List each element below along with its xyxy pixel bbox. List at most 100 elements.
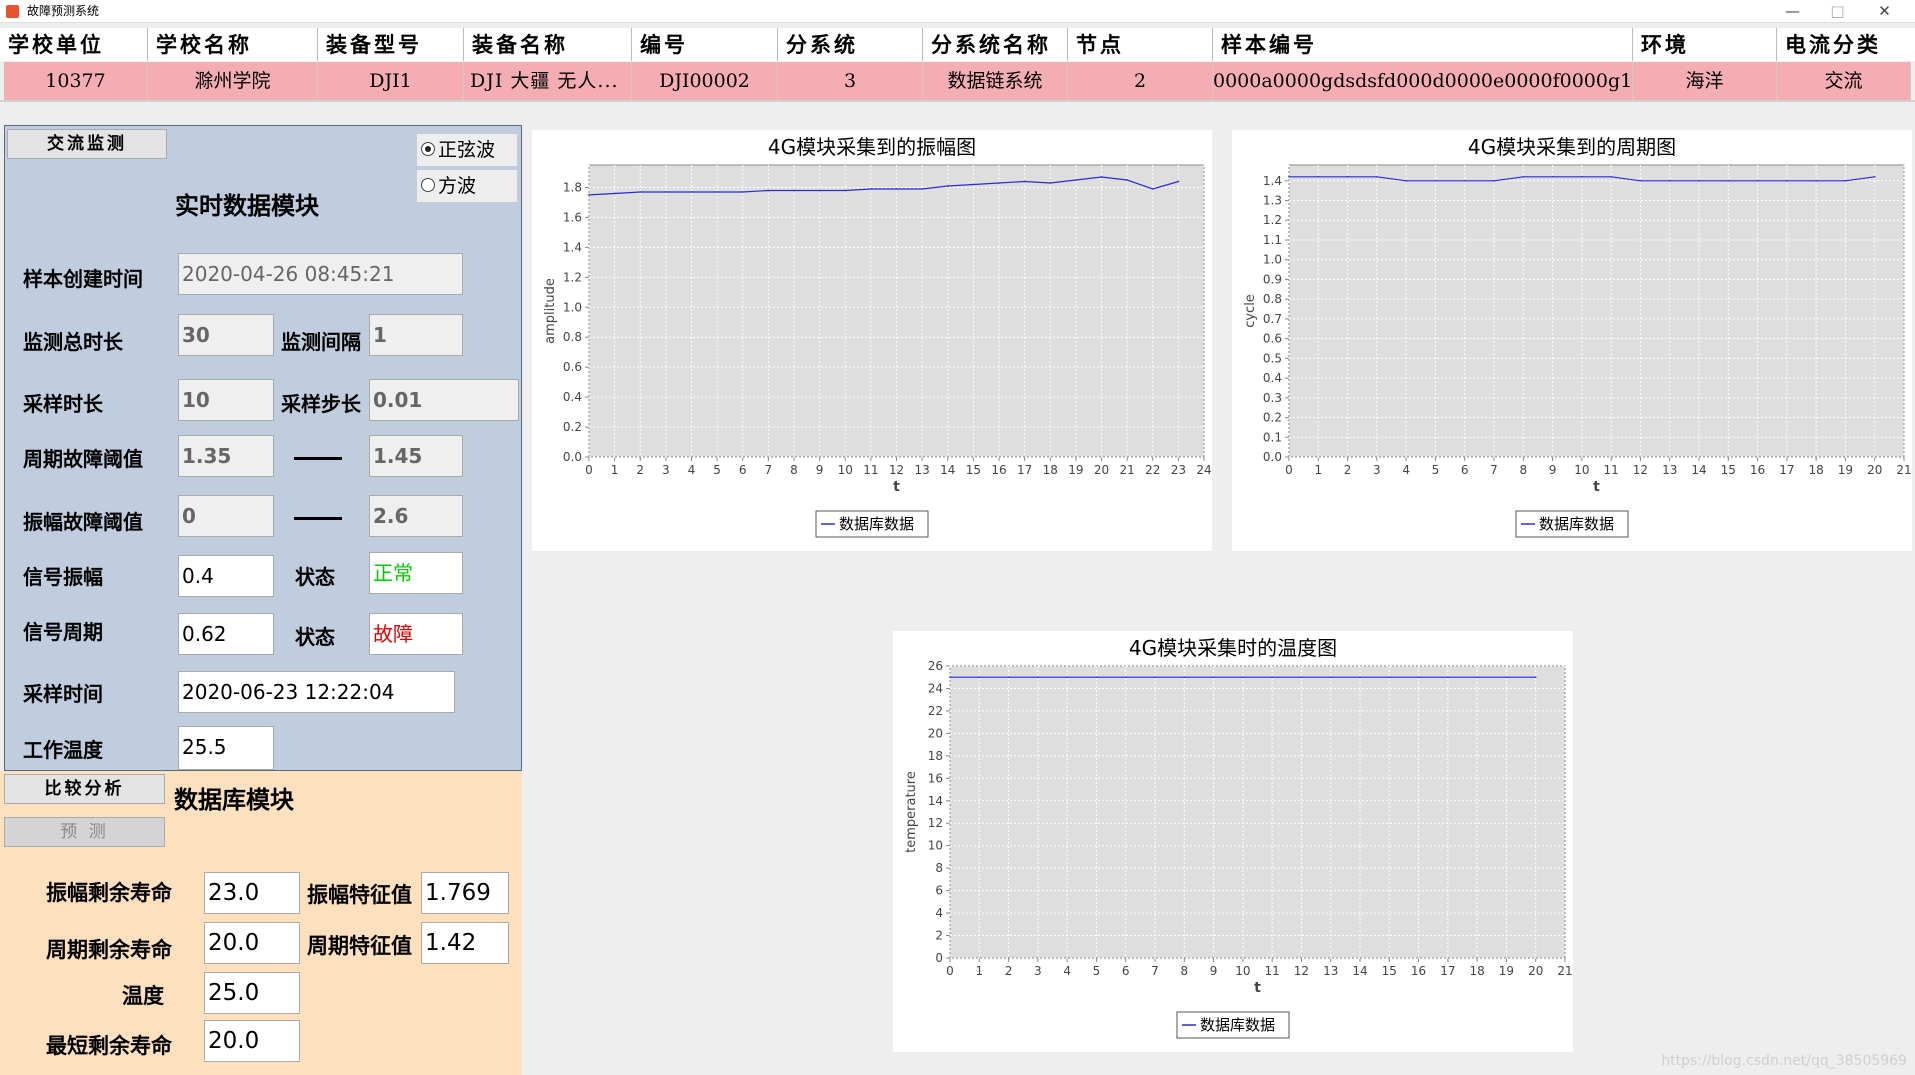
header-current-type[interactable]: 电流分类 (1777, 28, 1915, 61)
square-radio[interactable]: 方波 (417, 170, 517, 202)
cycle-min-field[interactable]: 1.35 (178, 435, 274, 477)
header-subsystem-name[interactable]: 分系统名称 (923, 28, 1068, 61)
sine-radio-label: 正弦波 (438, 139, 496, 161)
create-time-field[interactable]: 2020-04-26 08:45:21 (178, 253, 463, 295)
x-tick-label: 18 (1043, 463, 1058, 477)
header-node[interactable]: 节点 (1068, 28, 1213, 61)
x-tick-label: 4 (688, 463, 696, 477)
x-tick-label: 0 (585, 463, 593, 477)
cell-node[interactable]: 2 (1068, 62, 1213, 100)
amp-max-field[interactable]: 2.6 (369, 495, 463, 537)
x-axis-label: t (1254, 980, 1261, 996)
cell-equip-model[interactable]: DJI1 (318, 62, 464, 100)
x-tick-label: 2 (1344, 463, 1352, 477)
header-number[interactable]: 编号 (632, 28, 778, 61)
data-point (793, 189, 795, 192)
x-tick-label: 11 (1265, 964, 1280, 978)
predict-button[interactable]: 预 测 (4, 817, 165, 847)
temp-field[interactable]: 25.0 (204, 972, 300, 1014)
x-tick-label: 24 (1196, 463, 1211, 477)
cycle-max-field[interactable]: 1.45 (369, 435, 463, 477)
x-tick-label: 21 (1557, 964, 1572, 978)
temp-label: 温度 (122, 984, 164, 1008)
data-point (1447, 676, 1449, 679)
cell-subsystem[interactable]: 3 (778, 62, 923, 100)
y-tick-label: 0.9 (1263, 272, 1282, 286)
data-point (1271, 676, 1273, 679)
maximize-button[interactable]: □ (1815, 0, 1860, 23)
y-tick-label: 10 (928, 839, 943, 853)
data-point (639, 191, 642, 193)
work-temp-field[interactable]: 25.5 (178, 726, 274, 770)
amp-min-field[interactable]: 0 (178, 495, 274, 537)
amp-state-field[interactable]: 正常 (369, 552, 463, 594)
y-tick-label: 26 (928, 659, 943, 673)
cell-current-type[interactable]: 交流 (1777, 62, 1911, 100)
close-button[interactable]: ✕ (1862, 0, 1907, 23)
app-icon (6, 5, 19, 18)
header-equip-model[interactable]: 装备型号 (318, 28, 464, 61)
x-tick-label: 4 (1402, 463, 1410, 477)
signal-amp-field[interactable]: 0.4 (178, 555, 274, 597)
amp-feature-field[interactable]: 1.769 (421, 872, 509, 914)
amp-life-label: 振幅剩余寿命 (46, 881, 172, 905)
cycle-state-field[interactable]: 故障 (369, 613, 463, 655)
data-point (1727, 179, 1730, 182)
cell-number[interactable]: DJI00002 (632, 62, 778, 100)
data-point (1668, 179, 1671, 182)
signal-cycle-field[interactable]: 0.62 (178, 613, 274, 655)
interval-field[interactable]: 1 (369, 314, 463, 356)
plot-area (1288, 164, 1905, 458)
compare-analysis-button[interactable]: 比较分析 (4, 774, 165, 804)
y-tick-label: 4 (935, 906, 943, 920)
header-equip-name[interactable]: 装备名称 (464, 28, 632, 61)
total-duration-label: 监测总时长 (23, 330, 123, 354)
cell-school-name[interactable]: 滁州学院 (148, 62, 318, 100)
amp-life-field[interactable]: 23.0 (204, 872, 300, 914)
data-point (1815, 179, 1817, 182)
data-point (1756, 179, 1759, 182)
cell-environment[interactable]: 海洋 (1633, 62, 1777, 100)
data-point (613, 192, 616, 195)
cycle-feature-field[interactable]: 1.42 (421, 922, 509, 964)
x-tick-label: 1 (975, 964, 983, 978)
sample-step-label: 采样步长 (281, 392, 361, 416)
cell-equip-name[interactable]: DJI 大疆 无人... (464, 62, 632, 100)
y-tick-label: 0.4 (563, 390, 582, 404)
header-school-unit[interactable]: 学校单位 (0, 28, 148, 61)
data-point (895, 188, 898, 190)
radio-checked-icon (421, 142, 435, 156)
data-point (741, 191, 744, 193)
header-environment[interactable]: 环境 (1633, 28, 1777, 61)
x-tick-label: 0 (1285, 463, 1293, 477)
x-tick-label: 13 (1323, 964, 1338, 978)
data-point (1075, 179, 1077, 181)
x-tick-label: 20 (1094, 463, 1109, 477)
cell-sample-id[interactable]: 0000a0000gdsdsfd000d0000e0000f0000g11 (1213, 62, 1633, 100)
sine-radio[interactable]: 正弦波 (417, 134, 517, 166)
data-point (946, 185, 949, 187)
data-point (588, 194, 590, 196)
header-subsystem[interactable]: 分系统 (778, 28, 923, 61)
header-school-name[interactable]: 学校名称 (148, 28, 318, 61)
minimize-button[interactable]: — (1770, 0, 1815, 23)
y-tick-label: 0.0 (1263, 450, 1282, 464)
total-duration-field[interactable]: 30 (178, 314, 274, 356)
legend-label: 数据库数据 (839, 515, 914, 533)
data-point (1463, 179, 1466, 182)
ac-monitor-button[interactable]: 交流监测 (7, 129, 167, 159)
cell-school-unit[interactable]: 10377 (4, 62, 148, 100)
data-point (1346, 176, 1349, 178)
data-point (870, 188, 872, 190)
sample-duration-field[interactable]: 10 (178, 379, 274, 421)
cycle-life-field[interactable]: 20.0 (204, 922, 300, 964)
cell-subsystem-name[interactable]: 数据链系统 (923, 62, 1068, 100)
min-life-field[interactable]: 20.0 (204, 1020, 300, 1062)
sample-time-field[interactable]: 2020-06-23 12:22:04 (178, 671, 455, 713)
data-point (1049, 182, 1052, 184)
sample-step-field[interactable]: 0.01 (369, 379, 519, 421)
header-sample-id[interactable]: 样本编号 (1213, 28, 1633, 61)
y-tick-label: 0 (935, 951, 943, 965)
y-tick-label: 0.3 (1263, 391, 1282, 405)
data-point (1376, 176, 1378, 178)
